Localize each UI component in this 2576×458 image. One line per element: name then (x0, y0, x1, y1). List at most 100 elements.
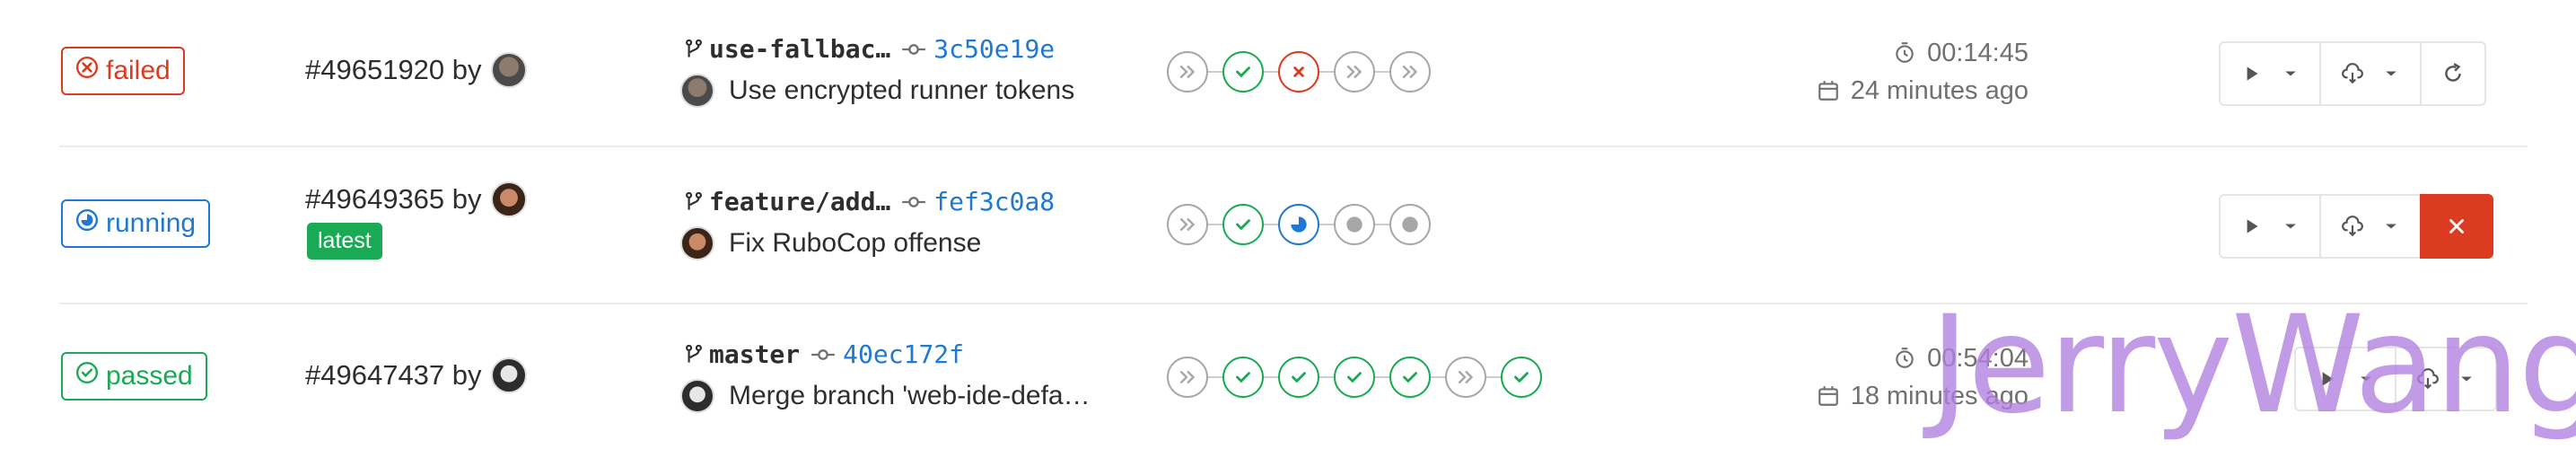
duration-value: 00:54:04 (1927, 343, 2028, 373)
stage-success[interactable] (1278, 357, 1319, 398)
stage-running[interactable] (1278, 204, 1319, 245)
stage-connector (1431, 376, 1445, 378)
commit-author-avatar[interactable] (680, 74, 714, 108)
pipeline-id-link[interactable]: #49647437 by (305, 359, 482, 392)
stage-skipped[interactable] (1167, 357, 1208, 398)
branch-name: use-fallbac… (709, 34, 891, 64)
stage-skipped[interactable] (1334, 51, 1375, 92)
commit-message[interactable]: Merge branch 'web-ide-defa… (729, 381, 1091, 411)
branch-ref[interactable]: master (682, 339, 800, 369)
stage-skipped[interactable] (1167, 51, 1208, 92)
status-badge[interactable]: running (61, 199, 211, 248)
commit-author-avatar[interactable] (680, 379, 714, 413)
ref-info: use-fallbac… 3c50e19e (682, 34, 1055, 64)
status-badge[interactable]: failed (61, 47, 185, 95)
chevron-down-icon (2361, 376, 2371, 382)
branch-name: feature/add… (709, 187, 891, 216)
avatar[interactable] (490, 52, 527, 88)
check-icon (1236, 372, 1250, 383)
stage-created[interactable] (1389, 204, 1431, 245)
stage-graph (1167, 204, 1431, 245)
timing-info: 00:54:04 18 minutes ago (1786, 339, 2028, 415)
pipeline-id: #49651920 by (305, 52, 527, 88)
download-artifacts-button[interactable] (2319, 41, 2422, 106)
latest-badge: latest (307, 223, 382, 260)
download-artifacts-button[interactable] (2319, 194, 2422, 259)
pipeline-id-link[interactable]: #49651920 by (305, 54, 482, 86)
calendar-icon (1818, 386, 1838, 406)
chevron-down-icon (2386, 71, 2396, 76)
status-badge[interactable]: passed (61, 352, 207, 401)
stage-failed[interactable] (1278, 51, 1319, 92)
stage-graph (1167, 51, 1431, 92)
branch-icon (686, 344, 702, 363)
finished-value: 18 minutes ago (1850, 381, 2028, 410)
stage-connector (1264, 71, 1278, 73)
download-icon (2417, 368, 2439, 390)
duration: 00:14:45 (1786, 34, 2028, 72)
stage-created[interactable] (1334, 204, 1375, 245)
avatar[interactable] (490, 181, 527, 217)
branch-name: master (709, 339, 801, 369)
chevron-down-icon (2461, 376, 2472, 382)
commit-title: Fix RuboCop offense (680, 226, 981, 260)
download-artifacts-button[interactable] (2395, 347, 2497, 411)
skipped-icon (1179, 217, 1196, 232)
check-icon (1292, 372, 1306, 383)
chevron-down-icon (2386, 224, 2396, 229)
branch-ref[interactable]: use-fallbac… (682, 34, 890, 64)
cancel-button[interactable] (2420, 194, 2493, 259)
check-icon (1514, 372, 1529, 383)
stage-success[interactable] (1501, 357, 1542, 398)
calendar-icon (1818, 81, 1838, 101)
timer-icon (1896, 42, 1914, 63)
play-dropdown-button[interactable] (2219, 41, 2321, 106)
commit-sha-link[interactable]: 40ec172f (810, 339, 964, 369)
check-icon (1403, 372, 1417, 383)
retry-button[interactable] (2420, 41, 2486, 106)
stage-connector (1264, 224, 1278, 225)
branch-ref[interactable]: feature/add… (682, 187, 890, 216)
finished-at: 18 minutes ago (1786, 377, 2028, 415)
commit-sha-link[interactable]: fef3c0a8 (901, 187, 1055, 216)
created-icon (1346, 216, 1362, 233)
stage-connector (1375, 71, 1389, 73)
stage-success[interactable] (1222, 51, 1264, 92)
play-dropdown-button[interactable] (2219, 194, 2321, 259)
stage-connector (1264, 376, 1278, 378)
commit-author-avatar[interactable] (680, 226, 714, 260)
commit-title: Use encrypted runner tokens (680, 74, 1074, 108)
skipped-icon (1346, 65, 1362, 79)
commit-sha-link[interactable]: 3c50e19e (901, 34, 1055, 64)
commit-message[interactable]: Fix RuboCop offense (729, 228, 981, 259)
running-circle-icon (75, 208, 99, 239)
stage-success[interactable] (1222, 204, 1264, 245)
commit-sha: fef3c0a8 (933, 187, 1056, 216)
play-dropdown-button[interactable] (2294, 347, 2396, 411)
row-divider (59, 303, 2528, 304)
stage-skipped[interactable] (1445, 357, 1486, 398)
status-label: running (106, 208, 197, 238)
stage-connector (1319, 71, 1334, 73)
avatar[interactable] (490, 357, 527, 393)
pipeline-actions (2219, 194, 2493, 259)
stage-success[interactable] (1334, 357, 1375, 398)
commit-message[interactable]: Use encrypted runner tokens (729, 75, 1074, 106)
skipped-icon (1179, 370, 1196, 384)
stage-connector (1208, 224, 1222, 225)
stage-skipped[interactable] (1167, 204, 1208, 245)
download-icon (2342, 63, 2363, 84)
check-icon (1236, 66, 1250, 78)
chevron-down-icon (2285, 71, 2296, 76)
status-label: passed (106, 361, 193, 391)
commit-icon (811, 348, 835, 360)
stage-success[interactable] (1222, 357, 1264, 398)
stage-success[interactable] (1389, 357, 1431, 398)
stage-connector (1319, 224, 1334, 225)
branch-icon (686, 191, 702, 210)
stage-skipped[interactable] (1389, 51, 1431, 92)
row-divider (59, 145, 2528, 147)
skipped-icon (1458, 370, 1474, 384)
pipeline-id-link[interactable]: #49649365 by (305, 183, 482, 216)
play-icon (2247, 219, 2258, 233)
